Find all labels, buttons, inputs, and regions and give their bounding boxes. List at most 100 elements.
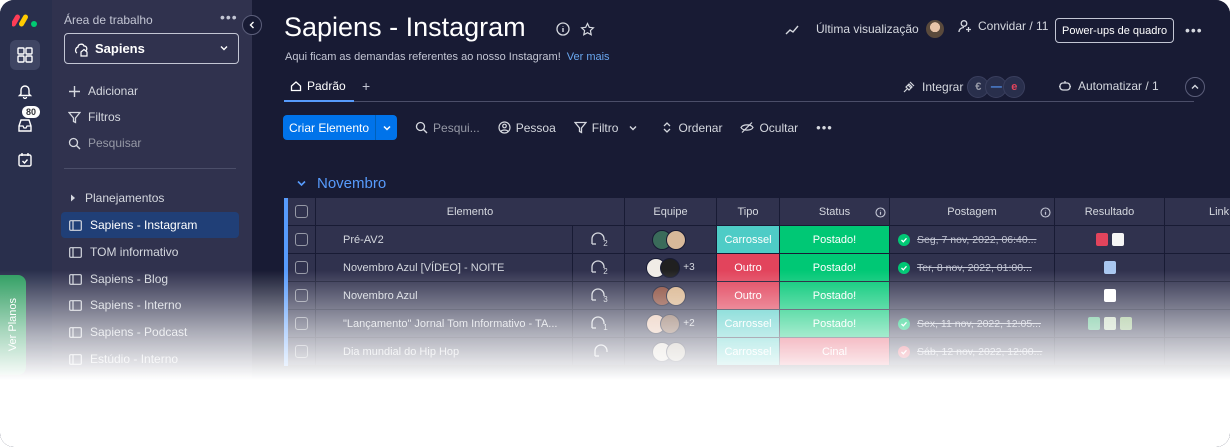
- team-cell[interactable]: [625, 282, 717, 310]
- file-thumbnail-icon[interactable]: [1095, 233, 1108, 246]
- result-files-cell[interactable]: [1055, 310, 1165, 338]
- link-cell[interactable]: [1165, 226, 1230, 254]
- info-icon[interactable]: [556, 22, 570, 36]
- row-checkbox[interactable]: [295, 345, 308, 358]
- type-label-cell[interactable]: Carrossel: [717, 310, 780, 338]
- person-filter-button[interactable]: Pessoa: [498, 121, 556, 135]
- automate-button[interactable]: Automatizar / 1: [1058, 79, 1159, 93]
- file-thumbnail-icon[interactable]: [1087, 317, 1100, 330]
- item-name-cell[interactable]: Novembro Azul: [316, 282, 573, 310]
- info-icon[interactable]: [1040, 207, 1051, 218]
- file-thumbnail-icon[interactable]: [1111, 233, 1124, 246]
- column-header-result[interactable]: Resultado: [1055, 198, 1165, 226]
- monday-logo[interactable]: [12, 10, 40, 28]
- calendar-check-icon[interactable]: [10, 145, 40, 175]
- ver-planos-button[interactable]: Ver Planos: [0, 275, 26, 375]
- result-files-cell[interactable]: [1055, 338, 1165, 366]
- row-select-cell[interactable]: [288, 282, 316, 310]
- posting-date-cell[interactable]: Sex, 11 nov, 2022, 12:05...: [890, 310, 1055, 338]
- posting-date-cell[interactable]: Sáb, 12 nov, 2022, 12:00...: [890, 338, 1055, 366]
- status-label-cell[interactable]: Cinal: [780, 338, 890, 366]
- column-header-status[interactable]: Status: [780, 198, 890, 226]
- table-row[interactable]: "Lançamento" Jornal Tom Informativo - TA…: [284, 310, 1230, 338]
- see-more-link[interactable]: Ver mais: [567, 51, 610, 63]
- type-label-cell[interactable]: Carrossel: [717, 338, 780, 366]
- invite-button[interactable]: Convidar / 11: [958, 19, 1048, 33]
- row-checkbox[interactable]: [295, 289, 308, 302]
- last-viewed-button[interactable]: Última visualização: [816, 19, 945, 39]
- bell-icon[interactable]: [10, 76, 40, 106]
- board-more-icon[interactable]: •••: [1185, 22, 1203, 38]
- row-checkbox[interactable]: [295, 261, 308, 274]
- integrate-button[interactable]: Integrar € — e: [902, 76, 1026, 98]
- team-cell[interactable]: [625, 226, 717, 254]
- column-header-type[interactable]: Tipo: [717, 198, 780, 226]
- collapse-header-button[interactable]: [1185, 77, 1205, 97]
- filter-button[interactable]: Filtro: [573, 121, 644, 135]
- item-name-cell[interactable]: Pré-AV2: [316, 226, 573, 254]
- filters-action[interactable]: Filtros: [68, 110, 121, 124]
- group-header[interactable]: Novembro: [296, 175, 386, 192]
- status-label-cell[interactable]: Postado!: [780, 282, 890, 310]
- team-cell[interactable]: +3: [625, 254, 717, 282]
- column-header-team[interactable]: Equipe: [625, 198, 717, 226]
- table-row[interactable]: Dia mundial do Hip Hop Carrossel Cinal Sáb,…: [284, 338, 1230, 366]
- toolbar-more-icon[interactable]: •••: [816, 120, 833, 135]
- search-action[interactable]: Pesquisar: [68, 136, 141, 150]
- column-header-posting[interactable]: Postagem: [890, 198, 1055, 226]
- workspace-more-icon[interactable]: •••: [220, 9, 238, 25]
- link-cell[interactable]: [1165, 310, 1230, 338]
- powerups-button[interactable]: Power-ups de quadro: [1055, 18, 1175, 43]
- sidebar-board-item[interactable]: Sapiens - Interno: [61, 292, 239, 318]
- tab-padrao[interactable]: Padrão: [284, 72, 354, 102]
- row-select-cell[interactable]: [288, 226, 316, 254]
- type-label-cell[interactable]: Outro: [717, 254, 780, 282]
- posting-date-cell[interactable]: Ter, 8 nov, 2022, 01:00...: [890, 254, 1055, 282]
- sort-button[interactable]: Ordenar: [661, 121, 722, 135]
- updates-cell[interactable]: 3: [573, 282, 625, 310]
- status-label-cell[interactable]: Postado!: [780, 254, 890, 282]
- workspace-select[interactable]: Sapiens: [64, 33, 239, 64]
- info-icon[interactable]: [875, 207, 886, 218]
- sidebar-board-item[interactable]: Estúdio - Interno: [61, 346, 239, 372]
- item-name-cell[interactable]: Novembro Azul [VÍDEO] - NOITE: [316, 254, 573, 282]
- activity-chart-icon[interactable]: [785, 24, 799, 36]
- sidebar-board-item[interactable]: TOM informativo: [61, 239, 239, 265]
- create-element-button[interactable]: Criar Elemento: [283, 115, 398, 140]
- team-cell[interactable]: [625, 338, 717, 366]
- row-checkbox[interactable]: [295, 317, 308, 330]
- star-icon[interactable]: [580, 22, 595, 37]
- updates-cell[interactable]: [573, 338, 625, 366]
- posting-date-cell[interactable]: Seg, 7 nov, 2022, 06:40...: [890, 226, 1055, 254]
- collapse-sidebar-button[interactable]: [242, 15, 262, 35]
- add-action[interactable]: Adicionar: [68, 84, 138, 98]
- table-row[interactable]: Pré-AV2 2 Carrossel Postado! Seg, 7 nov, 202…: [284, 226, 1230, 254]
- status-label-cell[interactable]: Postado!: [780, 226, 890, 254]
- table-row[interactable]: Novembro Azul [VÍDEO] - NOITE 2 +3 Outro Pos…: [284, 254, 1230, 282]
- link-cell[interactable]: [1165, 338, 1230, 366]
- row-checkbox[interactable]: [295, 233, 308, 246]
- status-label-cell[interactable]: Postado!: [780, 310, 890, 338]
- item-name-cell[interactable]: Dia mundial do Hip Hop: [316, 338, 573, 366]
- add-view-button[interactable]: +: [362, 78, 370, 94]
- link-cell[interactable]: [1165, 282, 1230, 310]
- create-dropdown-button[interactable]: [375, 115, 397, 140]
- item-name-cell[interactable]: "Lançamento" Jornal Tom Informativo - TA…: [316, 310, 573, 338]
- updates-cell[interactable]: 2: [573, 226, 625, 254]
- hide-button[interactable]: Ocultar: [740, 121, 798, 135]
- posting-date-cell[interactable]: [890, 282, 1055, 310]
- chevron-down-icon[interactable]: [628, 123, 638, 133]
- result-files-cell[interactable]: [1055, 282, 1165, 310]
- column-header-link[interactable]: Link: [1165, 198, 1230, 226]
- sidebar-board-item[interactable]: Sapiens - Podcast: [61, 319, 239, 345]
- sidebar-board-item[interactable]: Sapiens - Blog: [61, 266, 239, 292]
- file-thumbnail-icon[interactable]: [1103, 289, 1116, 302]
- team-cell[interactable]: +2: [625, 310, 717, 338]
- link-cell[interactable]: [1165, 254, 1230, 282]
- board-title[interactable]: Sapiens - Instagram: [284, 12, 526, 43]
- result-files-cell[interactable]: [1055, 226, 1165, 254]
- folder-planejamentos[interactable]: Planejamentos: [68, 191, 164, 205]
- type-label-cell[interactable]: Carrossel: [717, 226, 780, 254]
- sidebar-board-item[interactable]: Sapiens - Instagram: [61, 212, 239, 238]
- file-thumbnail-icon[interactable]: [1103, 317, 1116, 330]
